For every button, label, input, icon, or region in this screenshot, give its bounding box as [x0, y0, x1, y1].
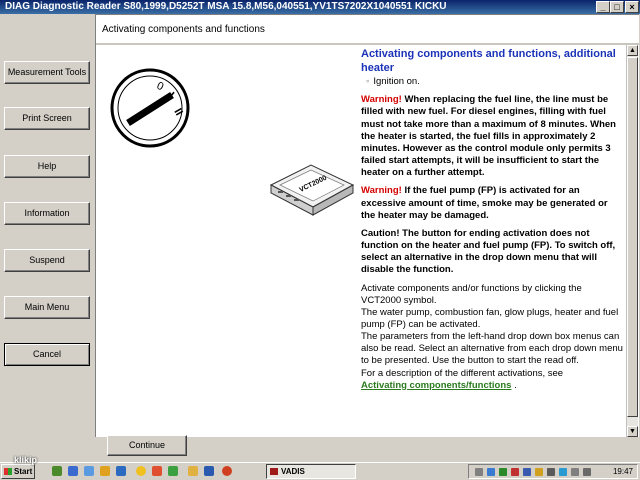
- window-title-bar: DIAG Diagnostic Reader S80,1999,D5252T M…: [0, 0, 640, 14]
- bullet-item: ◦ Ignition on.: [366, 76, 623, 88]
- scroll-down-arrow-icon[interactable]: ▼: [627, 426, 638, 437]
- caution-paragraph: Caution! The button for ending activatio…: [361, 227, 616, 276]
- instructions-column: Activating components and functions, add…: [361, 47, 623, 392]
- vct2000-icon[interactable]: VCT2000: [268, 163, 358, 223]
- maximize-button[interactable]: □: [610, 1, 624, 13]
- measurement-tools-button[interactable]: Measurement Tools: [4, 61, 90, 84]
- help-button[interactable]: Help: [4, 155, 90, 178]
- tray-icon[interactable]: [559, 468, 567, 476]
- info-text-3: The parameters from the left-hand drop d…: [361, 331, 623, 367]
- section-title: Activating components and functions, add…: [361, 48, 616, 75]
- start-label: Start: [14, 467, 33, 476]
- quicklaunch-icon[interactable]: [68, 466, 78, 476]
- warning-text-1: When replacing the fuel line, the line m…: [361, 94, 616, 179]
- info-text-4: For a description of the different activ…: [361, 367, 564, 379]
- tray-icon[interactable]: [535, 468, 543, 476]
- quicklaunch-icon[interactable]: [100, 466, 110, 476]
- tray-icon[interactable]: [547, 468, 555, 476]
- taskbar: Start VADIS 19:47: [0, 462, 640, 480]
- network-icon[interactable]: [583, 468, 591, 476]
- tray-icon[interactable]: [475, 468, 483, 476]
- continue-button[interactable]: Continue: [107, 435, 187, 456]
- main-panel: Activating components and functions 0 I …: [95, 14, 639, 437]
- page-title: Activating components and functions: [102, 24, 265, 35]
- quicklaunch-icon[interactable]: [152, 466, 162, 476]
- scroll-up-arrow-icon[interactable]: ▲: [627, 45, 638, 56]
- page-header: Activating components and functions: [96, 15, 639, 45]
- warning-label: Warning!: [361, 94, 402, 106]
- vadis-icon: [270, 468, 278, 475]
- task-label: VADIS: [281, 467, 305, 476]
- folder-icon[interactable]: [188, 466, 198, 476]
- tray-icon[interactable]: [523, 468, 531, 476]
- taskbar-item-vadis[interactable]: VADIS: [266, 464, 356, 479]
- close-button[interactable]: ×: [625, 1, 639, 13]
- windows-logo-icon: [4, 468, 12, 475]
- link-line: Activating components/functions .: [361, 380, 623, 392]
- vertical-scrollbar[interactable]: ▲ ▼: [626, 45, 638, 437]
- tray-icon[interactable]: [487, 468, 495, 476]
- quicklaunch-icon[interactable]: [52, 466, 62, 476]
- activating-functions-link[interactable]: Activating components/functions: [361, 380, 511, 391]
- start-button[interactable]: Start: [1, 464, 35, 479]
- print-screen-button[interactable]: Print Screen: [4, 107, 90, 130]
- system-tray: 19:47: [468, 464, 638, 479]
- quicklaunch-icon[interactable]: [168, 466, 178, 476]
- info-text-1: Activate components and/or functions by …: [361, 282, 582, 306]
- scrollbar-thumb[interactable]: [627, 57, 638, 417]
- watermark: klikip: [14, 455, 38, 465]
- clock: 19:47: [612, 467, 633, 476]
- ignition-switch-illustration: 0 I II: [110, 68, 190, 148]
- main-menu-button[interactable]: Main Menu: [4, 296, 90, 319]
- info-text-2: The water pump, combustion fan, glow plu…: [361, 306, 619, 330]
- speaker-icon[interactable]: [571, 468, 579, 476]
- warning-label: Warning!: [361, 185, 402, 197]
- bullet-symbol: ◦: [366, 76, 370, 88]
- tray-icon[interactable]: [511, 468, 519, 476]
- tray-icon[interactable]: [499, 468, 507, 476]
- cancel-button[interactable]: Cancel: [4, 343, 90, 366]
- quicklaunch-icon[interactable]: [116, 466, 126, 476]
- content-area: 0 I II VCT2000 Activating components and…: [96, 45, 626, 437]
- smiley-icon[interactable]: [136, 466, 146, 476]
- bullet-text: Ignition on.: [373, 76, 420, 88]
- browser-icon[interactable]: [222, 466, 232, 476]
- information-button[interactable]: Information: [4, 202, 90, 225]
- minimize-button[interactable]: _: [596, 1, 610, 13]
- warning-paragraph-1: Warning! When replacing the fuel line, t…: [361, 94, 623, 179]
- warning-paragraph-2: Warning! If the fuel pump (FP) is activa…: [361, 185, 623, 221]
- suspend-button[interactable]: Suspend: [4, 249, 90, 272]
- quicklaunch-icon[interactable]: [84, 466, 94, 476]
- window-title: DIAG Diagnostic Reader S80,1999,D5252T M…: [5, 1, 447, 12]
- quicklaunch-icon[interactable]: [204, 466, 214, 476]
- link-period: .: [511, 379, 517, 391]
